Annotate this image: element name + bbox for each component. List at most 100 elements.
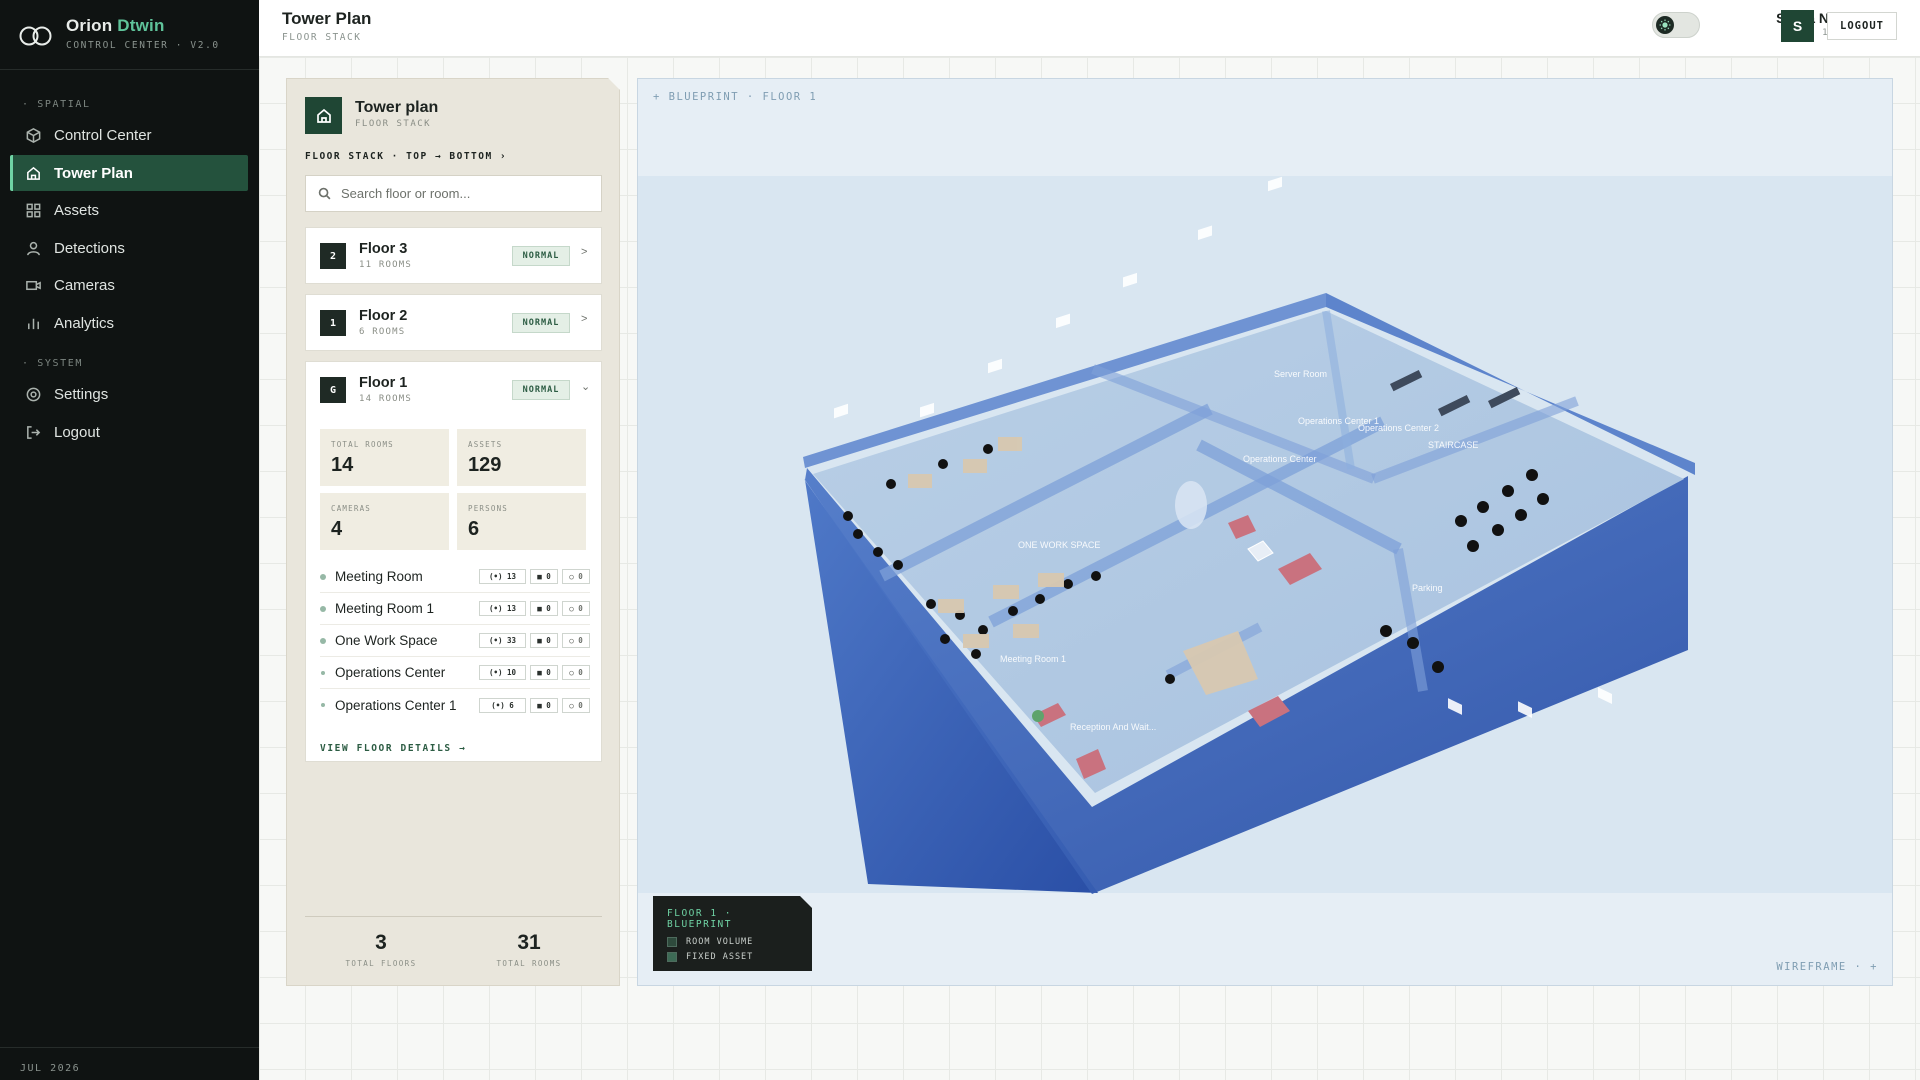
status-badge: NORMAL <box>512 246 570 266</box>
stat-value: 4 <box>331 518 343 540</box>
round-table <box>1175 481 1207 529</box>
sidebar-item-label: Detections <box>54 239 125 257</box>
sidebar-item-control-center[interactable]: Control Center <box>10 117 248 153</box>
status-badge: NORMAL <box>512 313 570 333</box>
stat-label: TOTAL ROOMS <box>331 440 394 449</box>
sidebar-divider <box>0 1047 259 1048</box>
person-chip: ○ 0 <box>562 601 590 616</box>
room-status-dot <box>320 605 326 612</box>
floor-header[interactable]: 2 Floor 3 11 ROOMS NORMAL > <box>306 228 601 283</box>
search-icon <box>318 187 331 200</box>
sidebar-item-label: Logout <box>54 423 100 441</box>
sidebar-item-label: Control Center <box>54 126 152 144</box>
total-rooms-label: TOTAL ROOMS <box>496 959 562 968</box>
sidebar-item-label: Settings <box>54 385 109 403</box>
room-name: Operations Center 1 <box>335 697 457 713</box>
theme-toggle[interactable] <box>1652 12 1700 38</box>
sun-icon <box>1656 16 1674 34</box>
section-label-system: · SYSTEM <box>22 358 83 369</box>
wireframe-mode-label[interactable]: WIREFRAME · + <box>1776 961 1878 973</box>
sidebar-item-label: Analytics <box>54 314 115 332</box>
asset-chip: ■ 0 <box>530 633 558 648</box>
blueprint-viewport[interactable]: + BLUEPRINT · FLOOR 1 ONE WORK SPACE Mee… <box>637 78 1893 986</box>
bar-chart-icon <box>28 318 39 329</box>
total-floors: 3 TOTAL FLOORS <box>321 931 441 968</box>
floor-stack-breadcrumb[interactable]: FLOOR STACK · TOP → BOTTOM › <box>305 151 507 162</box>
room-tag-reception: Reception And Wait... <box>1070 722 1156 732</box>
plant <box>1032 710 1044 722</box>
stat-assets: ASSETS 129 <box>457 429 586 486</box>
person-chip: ○ 0 <box>562 665 590 680</box>
stat-value: 14 <box>331 454 354 476</box>
room-row-meeting-room-1[interactable]: Meeting Room 1 (•) 13 ■ 0 ○ 0 <box>320 593 590 625</box>
room-tag-operations-center: Operations Center <box>1243 454 1317 464</box>
room-name: Meeting Room 1 <box>335 601 435 616</box>
room-row-operations-center[interactable]: Operations Center (•) 10 ■ 0 ○ 0 <box>320 657 590 689</box>
floor-card-3[interactable]: 2 Floor 3 11 ROOMS NORMAL > <box>305 227 602 284</box>
signal-chip: (•) 13 <box>479 601 526 616</box>
sidebar-item-analytics[interactable]: Analytics <box>10 305 248 341</box>
building-icon <box>305 97 342 134</box>
sidebar-item-detections[interactable]: Detections <box>10 230 248 266</box>
floor-search[interactable] <box>305 175 602 212</box>
panel-subtitle: FLOOR STACK <box>355 119 432 129</box>
person-chip: ○ 0 <box>562 569 590 584</box>
floor-header[interactable]: 1 Floor 2 6 ROOMS NORMAL > <box>306 295 601 350</box>
brand-title: Orion Dtwin <box>66 16 165 35</box>
sidebar-item-tower-plan[interactable]: Tower Plan <box>10 155 248 191</box>
brand-logo-icon <box>19 26 52 46</box>
room-name: One Work Space <box>335 633 438 648</box>
asset-chip: ■ 0 <box>530 665 558 680</box>
top-header: Tower Plan FLOOR STACK Surya N FLOOR 1 S… <box>259 0 1920 57</box>
asset-chip: ■ 0 <box>530 569 558 584</box>
floor-header[interactable]: G Floor 1 14 ROOMS NORMAL ⌄ <box>306 362 601 417</box>
brand[interactable]: Orion Dtwin CONTROL CENTER · V2.0 <box>18 16 220 52</box>
floor-card-2[interactable]: 1 Floor 2 6 ROOMS NORMAL > <box>305 294 602 351</box>
room-status-dot <box>320 573 326 580</box>
sidebar-item-assets[interactable]: Assets <box>10 192 248 228</box>
brand-subtitle: CONTROL CENTER · V2.0 <box>66 40 220 51</box>
page-subtitle: FLOOR STACK <box>282 32 362 43</box>
legend-title: FLOOR 1 · BLUEPRINT <box>667 908 732 930</box>
logout-button[interactable]: LOGOUT <box>1827 12 1897 40</box>
stat-cameras: CAMERAS 4 <box>320 493 449 550</box>
section-label-spatial: · SPATIAL <box>22 99 91 110</box>
stat-value: 129 <box>468 454 502 476</box>
room-row-one-work-space[interactable]: One Work Space (•) 33 ■ 0 ○ 0 <box>320 625 590 657</box>
signal-chip: (•) 33 <box>479 633 526 648</box>
asset-chip: ■ 0 <box>530 601 558 616</box>
floor-room-count: 6 ROOMS <box>359 327 406 337</box>
chevron-right-icon[interactable]: > <box>581 313 587 325</box>
room-status-dot <box>320 637 326 644</box>
panel-title: Tower plan <box>355 99 439 116</box>
avatar[interactable]: S <box>1781 10 1814 42</box>
room-tag-one-work-space: ONE WORK SPACE <box>1018 540 1100 550</box>
sidebar-item-label: Tower Plan <box>54 164 133 182</box>
floor-name: Floor 3 <box>359 241 408 257</box>
floor-room-count: 14 ROOMS <box>359 394 412 404</box>
room-row-operations-center-1[interactable]: Operations Center 1 (•) 6 ■ 0 ○ 0 <box>320 689 590 721</box>
signal-chip: (•) 13 <box>479 569 526 584</box>
legend-swatch <box>667 952 677 962</box>
view-floor-details-link[interactable]: VIEW FLOOR DETAILS → <box>320 743 466 754</box>
sidebar-item-settings[interactable]: Settings <box>10 376 248 412</box>
room-row-meeting-room[interactable]: Meeting Room (•) 13 ■ 0 ○ 0 <box>320 561 590 593</box>
grid-icon <box>26 203 41 217</box>
cube-icon <box>26 127 41 143</box>
floor-name: Floor 1 <box>359 375 408 391</box>
stat-value: 6 <box>468 518 480 540</box>
sidebar-item-logout[interactable]: Logout <box>10 414 248 450</box>
legend-label: ROOM VOLUME <box>686 937 754 947</box>
room-status-dot <box>321 703 325 707</box>
chevron-right-icon[interactable]: > <box>581 246 587 258</box>
sidebar-item-cameras[interactable]: Cameras <box>10 267 248 303</box>
legend-item-room-volume: ROOM VOLUME <box>667 937 798 947</box>
status-badge: NORMAL <box>512 380 570 400</box>
floor-number-badge: 1 <box>320 310 346 336</box>
room-tag-server-room: Server Room <box>1274 369 1327 379</box>
search-input[interactable] <box>341 186 581 201</box>
panel-divider <box>305 916 602 917</box>
floor-3d-model[interactable]: ONE WORK SPACE Meeting Room 1 Reception … <box>638 79 1893 986</box>
legend-swatch <box>667 937 677 947</box>
chevron-down-icon[interactable]: ⌄ <box>581 380 590 393</box>
